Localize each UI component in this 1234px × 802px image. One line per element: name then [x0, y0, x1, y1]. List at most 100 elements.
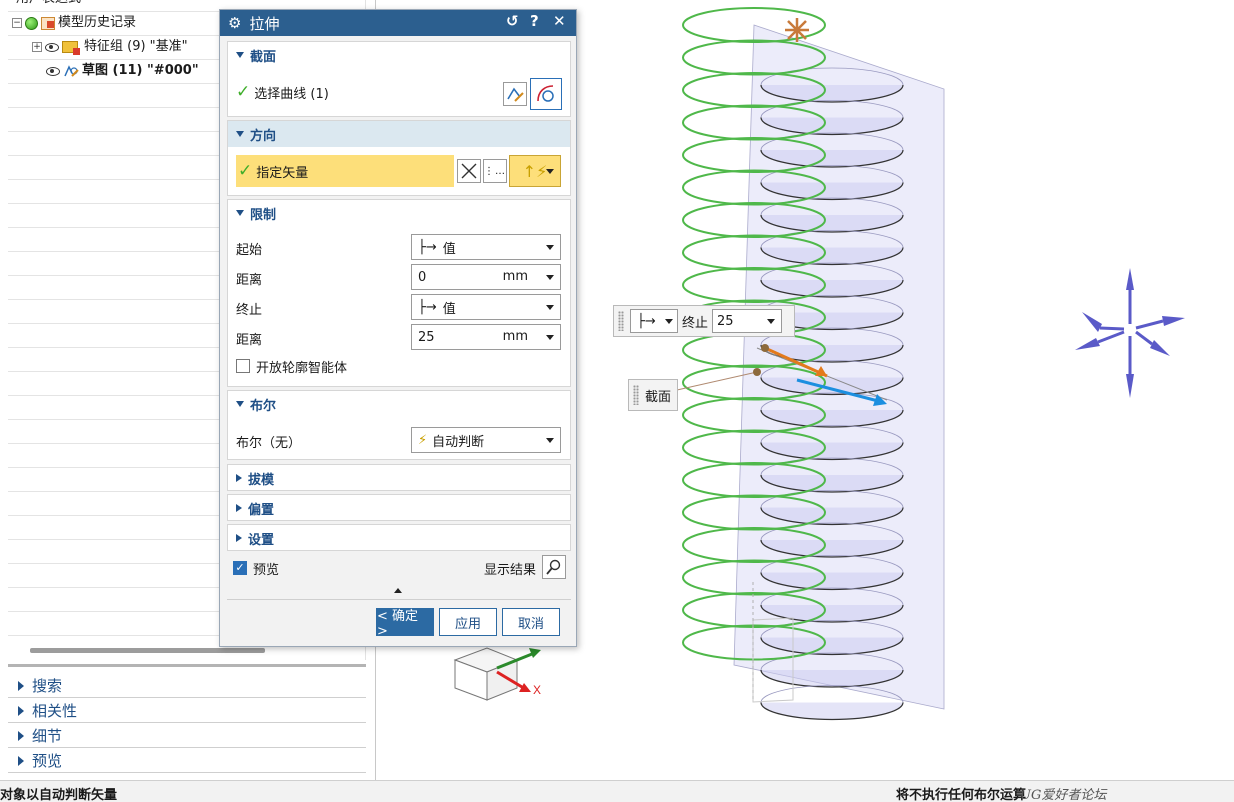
draft-group-header[interactable]: 拔模: [228, 465, 570, 491]
extrude-preview-body: [733, 24, 945, 721]
eye-icon[interactable]: [45, 42, 59, 52]
panel-splitter[interactable]: [8, 664, 366, 667]
start-distance-label: 距离: [236, 272, 263, 288]
reset-icon[interactable]: ↺: [506, 12, 519, 30]
boolean-group-header[interactable]: 布尔: [228, 391, 570, 417]
tree-node-expressions[interactable]: 用户表达式: [16, 0, 81, 10]
nav-section-search[interactable]: 搜索: [8, 674, 366, 698]
forum-watermark: UG爱好者论坛 WWW.UGSNX.COM: [1020, 788, 1107, 802]
tree-node-history[interactable]: − 模型历史记录: [12, 12, 136, 34]
preview-checkbox-row[interactable]: ✓ 预览: [233, 556, 279, 580]
inferred-boolean-icon: ⚡: [418, 432, 428, 448]
offset-group-header[interactable]: 偏置: [228, 495, 570, 521]
feature-group-icon: [62, 41, 80, 55]
offset-group[interactable]: 偏置: [227, 494, 571, 521]
cancel-button[interactable]: 取消: [502, 608, 560, 636]
end-limit-value-input[interactable]: 25: [712, 309, 783, 333]
end-distance-unit: mm: [502, 329, 528, 344]
vector-type-select[interactable]: ↑⚡: [509, 155, 561, 187]
end-distance-value: 25: [418, 329, 435, 345]
orient-view-triad-icon[interactable]: [1075, 268, 1185, 398]
close-icon[interactable]: ✕: [553, 12, 566, 30]
tree-node-label: 草图 (11) "#000": [82, 63, 199, 78]
settings-group-header[interactable]: 设置: [228, 525, 570, 551]
end-type-select[interactable]: ├→ 值: [411, 294, 561, 320]
eye-icon[interactable]: [46, 66, 60, 76]
collapse-dialog-icon[interactable]: [394, 588, 402, 593]
sketch-section-button[interactable]: [503, 82, 527, 106]
show-result-button[interactable]: [542, 555, 566, 579]
end-type-value: 值: [442, 301, 456, 317]
tree-node-feature-group[interactable]: + 特征组 (9) "基准": [32, 36, 188, 58]
preview-checkbox[interactable]: ✓: [233, 561, 247, 575]
apply-button[interactable]: 应用: [439, 608, 497, 636]
tree-node-label: 模型历史记录: [58, 15, 137, 30]
axis-x-label: X: [533, 683, 541, 697]
group-title: 拔模: [248, 472, 275, 488]
ok-button[interactable]: < 确定 >: [376, 608, 434, 639]
nav-section-dependencies[interactable]: 相关性: [8, 699, 366, 723]
end-limit-value: 25: [717, 313, 734, 329]
gear-icon[interactable]: ⚙: [228, 14, 241, 32]
start-handle-point[interactable]: [761, 344, 769, 352]
expand-arrow-icon: [236, 474, 242, 482]
drag-grip-icon[interactable]: [633, 385, 639, 405]
open-profile-checkbox-row[interactable]: 开放轮廓智能体: [236, 354, 347, 378]
end-distance-input[interactable]: 25 mm: [411, 324, 561, 350]
direction-group-header[interactable]: 方向: [228, 121, 570, 147]
expand-icon[interactable]: +: [32, 42, 42, 52]
nav-section-details[interactable]: 细节: [8, 724, 366, 748]
select-curve-row[interactable]: ✓ 选择曲线 (1): [236, 80, 329, 104]
group-title: 截面: [250, 49, 277, 65]
extrude-dialog: ⚙ 拉伸 ↺ ? ✕ 截面 ✓ 选择曲线 (1) 方向 ✓ 指定矢量 ⋮… ↑⚡…: [219, 9, 577, 647]
start-type-select[interactable]: ├→ 值: [411, 234, 561, 260]
horizontal-scrollbar[interactable]: [30, 648, 265, 653]
expand-arrow-icon: [18, 680, 24, 691]
end-limit-type-select[interactable]: ├→: [630, 309, 678, 333]
inferred-vector-icon: ↑⚡: [522, 161, 548, 181]
section-handle-point[interactable]: [753, 368, 761, 376]
view-triad-icon: X: [453, 647, 541, 701]
drag-grip-icon[interactable]: [618, 311, 624, 331]
tree-node-sketch[interactable]: 草图 (11) "#000": [46, 60, 199, 82]
boolean-group: 布尔 布尔（无） ⚡ 自动判断: [227, 390, 571, 460]
section-group-header[interactable]: 截面: [228, 42, 570, 68]
help-icon[interactable]: ?: [530, 12, 539, 30]
vector-dialog-button[interactable]: ⋮…: [483, 159, 507, 183]
dialog-title-bar[interactable]: ⚙ 拉伸 ↺ ? ✕: [220, 10, 576, 36]
group-title: 限制: [250, 207, 277, 223]
start-distance-input[interactable]: 0 mm: [411, 264, 561, 290]
limits-group-header[interactable]: 限制: [228, 200, 570, 226]
sketch-icon: [64, 65, 79, 77]
expand-arrow-icon: [236, 534, 242, 542]
expand-arrow-icon: [18, 755, 24, 766]
check-icon: ✓: [238, 161, 253, 181]
reverse-direction-button[interactable]: [457, 159, 481, 183]
vector-dialog-icon: ⋮…: [484, 165, 506, 177]
open-profile-checkbox[interactable]: [236, 359, 250, 373]
group-title: 布尔: [250, 398, 277, 414]
magnifier-icon: [546, 559, 561, 575]
boolean-label: 布尔（无）: [236, 435, 302, 451]
boolean-value: 自动判断: [432, 434, 485, 450]
nav-section-preview[interactable]: 预览: [8, 749, 366, 773]
dialog-title: 拉伸: [249, 14, 280, 33]
end-limit-handle[interactable]: ├→ 终止 25: [613, 305, 795, 337]
collapse-arrow-icon: [236, 52, 244, 58]
reverse-direction-icon: [461, 163, 477, 179]
collapse-arrow-icon: [236, 401, 244, 407]
settings-group[interactable]: 设置: [227, 524, 571, 551]
section-handle[interactable]: 截面: [628, 379, 678, 411]
draft-group[interactable]: 拔模: [227, 464, 571, 491]
value-type-icon: ├→: [418, 299, 437, 315]
start-label: 起始: [236, 242, 263, 258]
boolean-select[interactable]: ⚡ 自动判断: [411, 427, 561, 453]
specify-vector-row[interactable]: ✓ 指定矢量: [236, 155, 454, 187]
tree-node-label: 特征组 (9) "基准": [84, 39, 188, 54]
collapse-icon[interactable]: −: [12, 18, 22, 28]
curve-icon: [537, 85, 554, 102]
status-bar: 对象以自动判断矢量 将不执行任何布尔运算 UG爱好者论坛 WWW.UGSNX.C…: [0, 780, 1234, 802]
curve-select-button[interactable]: [530, 78, 562, 110]
value-type-icon: ├→: [418, 239, 437, 255]
dialog-divider: [227, 599, 571, 600]
